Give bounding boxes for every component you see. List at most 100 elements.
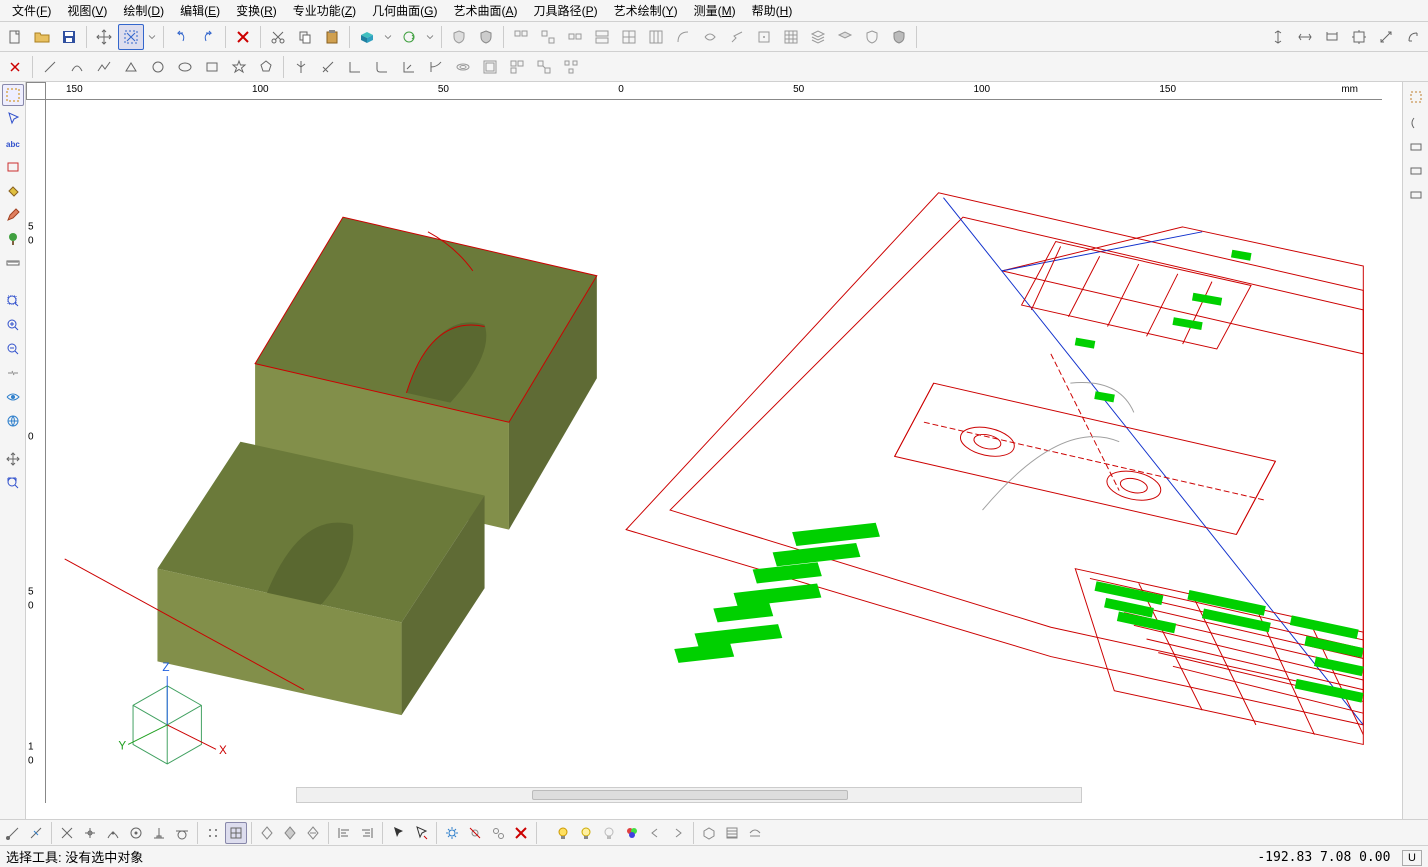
layers2-btn[interactable]	[832, 24, 858, 50]
bt-colors-icon[interactable]	[621, 822, 643, 844]
menu-view[interactable]: 视图(V)	[59, 0, 115, 21]
lt-move-icon[interactable]	[2, 448, 24, 470]
lt-zoom-in-icon[interactable]	[2, 314, 24, 336]
bt-bulb1-icon[interactable]	[552, 822, 574, 844]
menu-file[interactable]: 文件(F)	[4, 0, 59, 21]
lt-eye-icon[interactable]	[2, 386, 24, 408]
grid5-btn[interactable]	[616, 24, 642, 50]
menu-geom-surface[interactable]: 几何曲面(G)	[364, 0, 445, 21]
circle-btn[interactable]	[145, 54, 171, 80]
copy-btn[interactable]	[292, 24, 318, 50]
dim4-btn[interactable]	[1346, 24, 1372, 50]
rt-box-icon[interactable]	[1405, 86, 1427, 108]
bt-next-icon[interactable]	[667, 822, 689, 844]
shield4-btn[interactable]	[886, 24, 912, 50]
arc2-btn[interactable]	[697, 24, 723, 50]
cut-btn[interactable]	[265, 24, 291, 50]
bt-align-right-icon[interactable]	[356, 822, 378, 844]
menu-draw[interactable]: 绘制(D)	[115, 0, 172, 21]
menu-art-surface[interactable]: 艺术曲面(A)	[446, 0, 526, 21]
ellipse-btn[interactable]	[172, 54, 198, 80]
grid4-btn[interactable]	[589, 24, 615, 50]
save-btn[interactable]	[56, 24, 82, 50]
grid8-btn[interactable]	[778, 24, 804, 50]
layout3-btn[interactable]	[531, 54, 557, 80]
trim1-btn[interactable]	[288, 54, 314, 80]
line-btn[interactable]	[37, 54, 63, 80]
status-u-btn[interactable]: U	[1402, 850, 1422, 866]
menu-edit[interactable]: 编辑(E)	[172, 0, 228, 21]
bt-snap-mid-icon[interactable]	[25, 822, 47, 844]
offset-btn[interactable]	[450, 54, 476, 80]
menu-pro[interactable]: 专业功能(Z)	[285, 0, 364, 21]
delete-btn[interactable]	[230, 24, 256, 50]
dim3-btn[interactable]	[1319, 24, 1345, 50]
layout4-btn[interactable]	[558, 54, 584, 80]
rotate-dropdown-btn[interactable]	[423, 24, 437, 50]
close-tab-btn[interactable]	[2, 54, 28, 80]
triangle-btn[interactable]	[118, 54, 144, 80]
lt-rect-icon[interactable]	[2, 156, 24, 178]
menu-measure[interactable]: 测量(M)	[686, 0, 744, 21]
bt-snap-perp-icon[interactable]	[148, 822, 170, 844]
bt-gear1-icon[interactable]	[441, 822, 463, 844]
bt-snap2-icon[interactable]	[79, 822, 101, 844]
lt-pointer-icon[interactable]	[2, 108, 24, 130]
redo-btn[interactable]	[195, 24, 221, 50]
bt-snap1-icon[interactable]	[56, 822, 78, 844]
open-file-btn[interactable]	[29, 24, 55, 50]
rt-pan2-icon[interactable]	[1405, 136, 1427, 158]
bt-render3-icon[interactable]	[744, 822, 766, 844]
bt-align-left-icon[interactable]	[333, 822, 355, 844]
bt-gear3-icon[interactable]	[487, 822, 509, 844]
lt-globe-icon[interactable]	[2, 410, 24, 432]
lt-bucket-icon[interactable]	[2, 180, 24, 202]
rt-pan4-icon[interactable]	[1405, 184, 1427, 206]
grid1-btn[interactable]	[508, 24, 534, 50]
rect-btn[interactable]	[199, 54, 225, 80]
lt-ruler-icon[interactable]	[2, 252, 24, 274]
rotate-view-btn[interactable]	[396, 24, 422, 50]
undo-btn[interactable]	[168, 24, 194, 50]
dim5-btn[interactable]	[1373, 24, 1399, 50]
grid6-btn[interactable]	[643, 24, 669, 50]
rt-pan3-icon[interactable]	[1405, 160, 1427, 182]
lt-zoom-out-icon[interactable]	[2, 338, 24, 360]
bt-cursor1-icon[interactable]	[387, 822, 409, 844]
menu-art-draw[interactable]: 艺术绘制(Y)	[606, 0, 686, 21]
dim1-btn[interactable]	[1265, 24, 1291, 50]
corner3-btn[interactable]	[396, 54, 422, 80]
bt-snap3-icon[interactable]	[102, 822, 124, 844]
corner1-btn[interactable]	[342, 54, 368, 80]
material-dropdown-btn[interactable]	[381, 24, 395, 50]
bt-diamond1-icon[interactable]	[256, 822, 278, 844]
bt-render2-icon[interactable]	[721, 822, 743, 844]
grid3-btn[interactable]	[562, 24, 588, 50]
viewport-3d[interactable]: Z X Y	[46, 100, 1382, 803]
shield1-btn[interactable]	[446, 24, 472, 50]
shield2-btn[interactable]	[473, 24, 499, 50]
bt-prev-icon[interactable]	[644, 822, 666, 844]
tangent-btn[interactable]	[423, 54, 449, 80]
material-btn[interactable]	[354, 24, 380, 50]
bt-snap-tan-icon[interactable]	[171, 822, 193, 844]
layout2-btn[interactable]	[504, 54, 530, 80]
rt-pan1-icon[interactable]	[1405, 112, 1427, 134]
grid7-btn[interactable]	[751, 24, 777, 50]
pan-btn[interactable]	[91, 24, 117, 50]
bt-diamond3-icon[interactable]	[302, 822, 324, 844]
lt-pencil-icon[interactable]	[2, 204, 24, 226]
polygon-btn[interactable]	[253, 54, 279, 80]
star-btn[interactable]	[226, 54, 252, 80]
bt-grid2-icon[interactable]	[225, 822, 247, 844]
lt-text-icon[interactable]: abc	[2, 132, 24, 154]
arc-btn[interactable]	[64, 54, 90, 80]
polyline-btn[interactable]	[91, 54, 117, 80]
dim6-btn[interactable]	[1400, 24, 1426, 50]
menu-help[interactable]: 帮助(H)	[744, 0, 801, 21]
layers1-btn[interactable]	[805, 24, 831, 50]
lt-zoom-region-icon[interactable]	[2, 290, 24, 312]
bt-gear2-icon[interactable]	[464, 822, 486, 844]
bt-cursor2-icon[interactable]	[410, 822, 432, 844]
bt-grid1-icon[interactable]	[202, 822, 224, 844]
